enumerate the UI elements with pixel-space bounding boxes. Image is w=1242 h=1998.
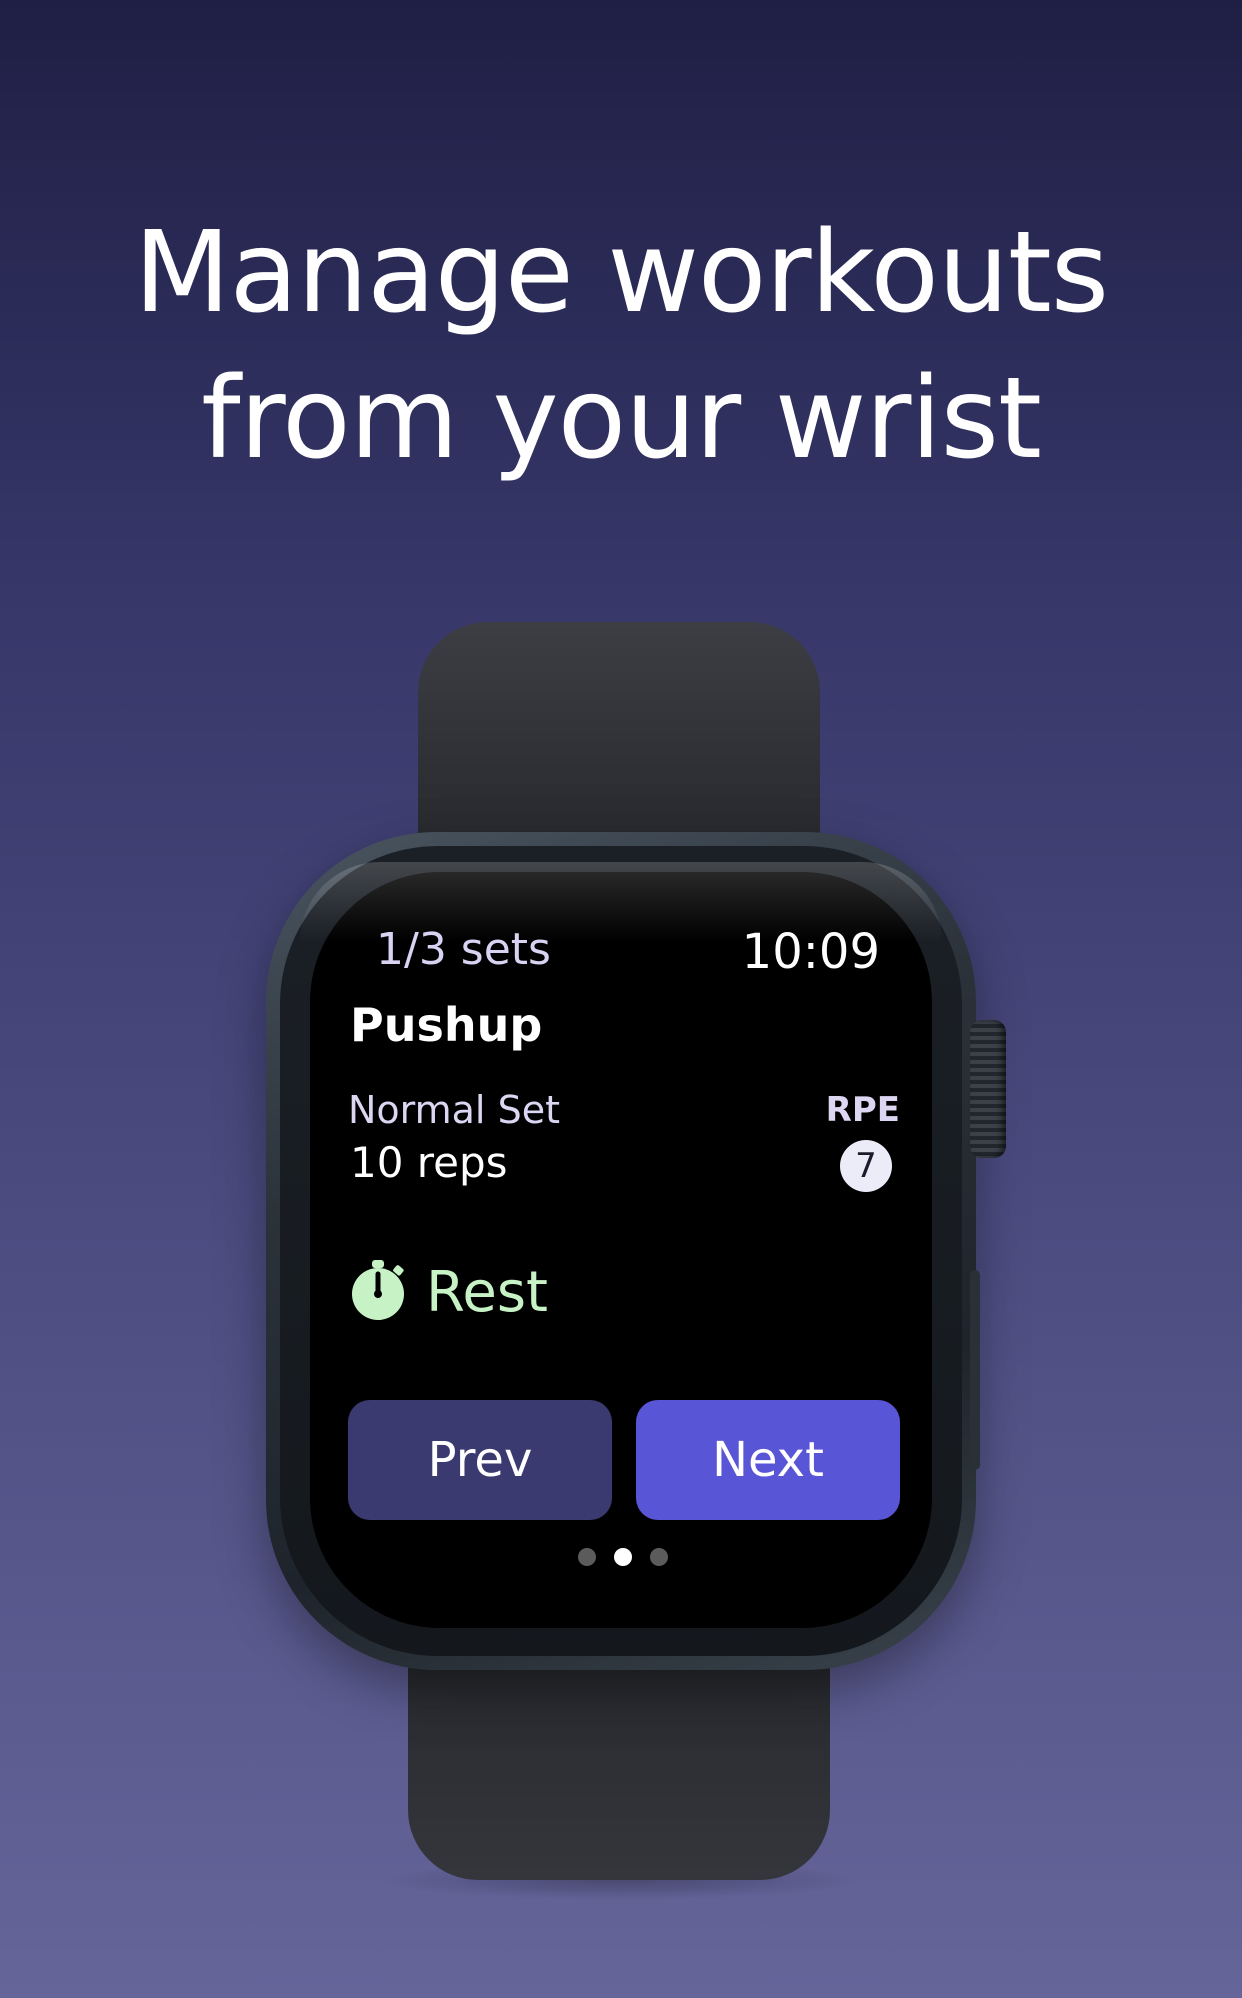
side-button[interactable]: [970, 1270, 980, 1470]
set-type: Normal Set: [348, 1088, 560, 1132]
page-dot-2-active[interactable]: [614, 1548, 632, 1566]
digital-crown[interactable]: [970, 1020, 1006, 1158]
headline-line-2: from your wrist: [201, 354, 1042, 484]
rest-button[interactable]: Rest: [426, 1260, 548, 1325]
headline-line-1: Manage workouts: [133, 208, 1109, 338]
page-indicator: [578, 1548, 678, 1568]
sets-counter: 1/3 sets: [376, 924, 551, 975]
prev-button[interactable]: Prev: [348, 1400, 612, 1520]
next-button[interactable]: Next: [636, 1400, 900, 1520]
exercise-name: Pushup: [350, 998, 543, 1052]
clock-time: 10:09: [741, 924, 880, 980]
page-dot-1[interactable]: [578, 1548, 596, 1566]
headline: Manage workouts from your wrist: [0, 200, 1242, 492]
watch-screen: 1/3 sets 10:09 Pushup Normal Set 10 reps…: [310, 872, 932, 1628]
reps-count: 10 reps: [350, 1138, 508, 1187]
rpe-badge[interactable]: 7: [840, 1140, 892, 1192]
stopwatch-icon[interactable]: [348, 1256, 408, 1322]
page-dot-3[interactable]: [650, 1548, 668, 1566]
rpe-label: RPE: [825, 1090, 900, 1130]
